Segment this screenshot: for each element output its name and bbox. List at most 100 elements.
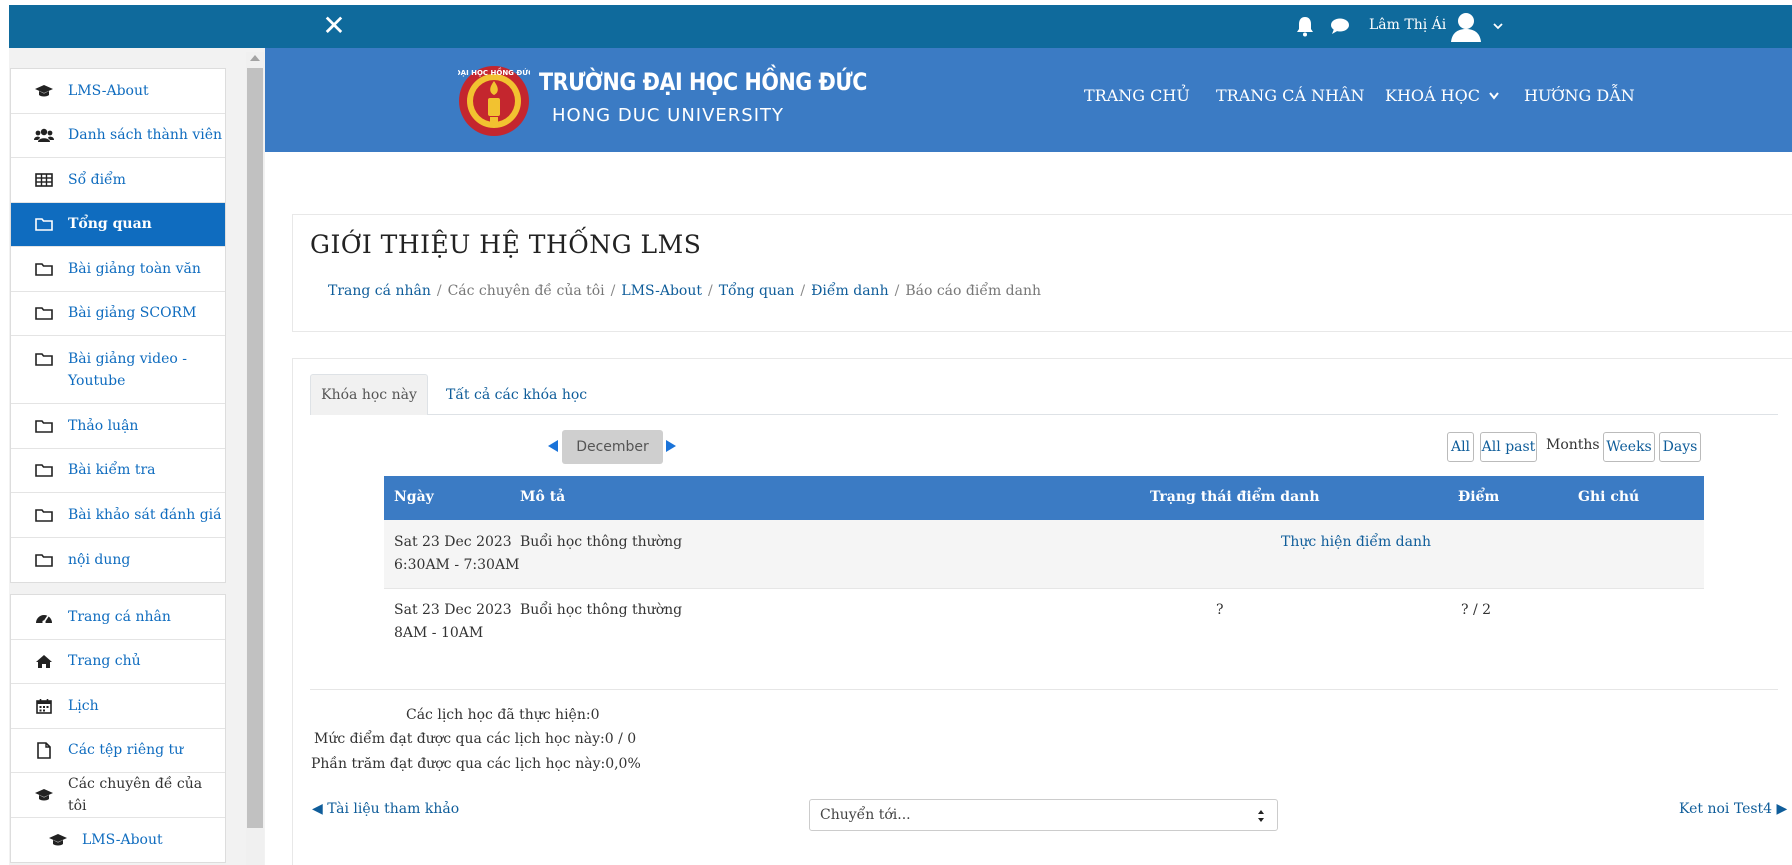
logo-text: ĐẠI HỌC HỒNG ĐỨC xyxy=(458,67,530,77)
sidebar-item-label: Các tệp riêng tư xyxy=(68,742,184,759)
column-header-note[interactable]: Ghi chú xyxy=(1578,489,1639,505)
table-icon xyxy=(33,171,55,189)
select-arrows-icon xyxy=(1258,810,1264,822)
sidebar-item-video-lectures[interactable]: Bài giảng video - Youtube xyxy=(11,336,225,404)
breadcrumb-link[interactable]: Trang cá nhân xyxy=(328,283,431,299)
breadcrumb-link[interactable]: LMS-About xyxy=(621,283,702,299)
sidebar-item-members[interactable]: Danh sách thành viên xyxy=(11,114,225,158)
breadcrumb-link[interactable]: Tổng quan xyxy=(719,283,795,299)
chevron-down-icon[interactable] xyxy=(1491,19,1505,33)
sidebar-item-lms-about[interactable]: LMS-About xyxy=(11,69,225,114)
folder-icon xyxy=(33,461,55,479)
folder-icon xyxy=(33,260,55,278)
brand-subtitle: HONG DUC UNIVERSITY xyxy=(552,105,785,126)
prev-month-arrow-icon[interactable] xyxy=(548,440,558,452)
next-activity-link[interactable]: Ket noi Test4 ▶ xyxy=(1679,801,1787,817)
session-time: 6:30AM - 7:30AM xyxy=(394,557,520,573)
nav-guide[interactable]: HƯỚNG DẪN xyxy=(1524,86,1635,105)
sidebar-item-label: Tổng quan xyxy=(68,216,152,233)
sidebar-item-fulltext-lectures[interactable]: Bài giảng toàn văn xyxy=(11,247,225,292)
cell-date: Sat 23 Dec 2023 6:30AM - 7:30AM xyxy=(394,531,519,577)
view-months-current: Months xyxy=(1546,437,1600,453)
sidebar-item-private-files[interactable]: Các tệp riêng tư xyxy=(11,729,225,773)
column-header-score[interactable]: Điểm xyxy=(1458,489,1499,505)
tab-all-courses[interactable]: Tất cả các khóa học xyxy=(446,374,587,415)
sidebar-item-label: LMS-About xyxy=(82,831,163,848)
sidebar-item-my-courses[interactable]: Các chuyên đề của tôi xyxy=(11,773,225,818)
sidebar-item-label: Bài kiểm tra xyxy=(68,462,156,479)
page-title: GIỚI THIỆU HỆ THỐNG LMS xyxy=(310,230,702,259)
sidebar-item-overview[interactable]: Tổng quan xyxy=(11,202,225,247)
sidebar-item-quiz[interactable]: Bài kiểm tra xyxy=(11,449,225,493)
sidebar-item-scorm-lectures[interactable]: Bài giảng SCORM xyxy=(11,292,225,336)
sidebar-scroll-thumb[interactable] xyxy=(247,68,263,828)
sidebar-item-survey[interactable]: Bài khảo sát đánh giá xyxy=(11,493,225,538)
folder-icon xyxy=(33,506,55,524)
column-header-status[interactable]: Trạng thái điểm danh xyxy=(1150,489,1320,505)
user-name[interactable]: Lâm Thị Ái xyxy=(1369,17,1446,33)
top-bar: ✕ Lâm Thị Ái xyxy=(9,5,1792,48)
jump-to-select[interactable]: Chuyển tới... xyxy=(809,799,1278,831)
nav-courses-label: KHOÁ HỌC xyxy=(1385,86,1480,105)
cell-score: ? / 2 xyxy=(1461,602,1492,618)
sidebar-item-dashboard[interactable]: Trang cá nhân xyxy=(11,595,225,640)
session-time: 8AM - 10AM xyxy=(394,625,484,641)
nav-home[interactable]: TRANG CHỦ xyxy=(1084,86,1190,105)
next-month-arrow-icon[interactable] xyxy=(666,440,676,452)
sidebar-item-label: Lịch xyxy=(68,697,99,714)
month-selector[interactable]: December xyxy=(562,430,663,464)
sidebar-item-label: Bài giảng video - Youtube xyxy=(68,351,188,389)
sidebar-item-label: LMS-About xyxy=(68,82,149,99)
sidebar-item-discussion[interactable]: Thảo luận xyxy=(11,404,225,449)
session-date: Sat 23 Dec 2023 xyxy=(394,534,512,550)
summary-sessions-done: Các lịch học đã thực hiện:0 xyxy=(406,707,600,723)
take-attendance-link[interactable]: Thực hiện điểm danh xyxy=(1281,531,1431,554)
graduation-cap-icon xyxy=(47,831,69,849)
chevron-down-icon xyxy=(1489,92,1499,100)
column-header-description[interactable]: Mô tả xyxy=(520,489,565,505)
user-avatar-icon[interactable] xyxy=(1449,10,1483,44)
folder-icon xyxy=(33,551,55,569)
sidebar-item-calendar[interactable]: Lịch xyxy=(11,684,225,729)
view-all-past-button[interactable]: All past xyxy=(1480,432,1537,462)
file-icon xyxy=(33,741,55,759)
sidebar-item-course-lms-about[interactable]: LMS-About xyxy=(11,818,225,863)
university-logo[interactable]: ĐẠI HỌC HỒNG ĐỨC xyxy=(458,65,530,137)
graduation-cap-icon xyxy=(33,82,55,100)
view-weeks-button[interactable]: Weeks xyxy=(1603,432,1655,462)
folder-icon xyxy=(33,304,55,322)
nav-profile[interactable]: TRANG CÁ NHÂN xyxy=(1216,86,1365,105)
nav-courses[interactable]: KHOÁ HỌC xyxy=(1385,86,1500,105)
column-header-date[interactable]: Ngày xyxy=(394,489,434,505)
summary-value: 0 xyxy=(590,707,600,723)
bell-icon[interactable] xyxy=(1295,15,1315,37)
dashboard-icon xyxy=(33,608,55,626)
jump-to-placeholder: Chuyển tới... xyxy=(820,807,911,823)
summary-label: Mức điểm đạt được qua các lịch học này: xyxy=(314,731,605,747)
view-all-button[interactable]: All xyxy=(1447,432,1474,462)
sidebar-item-label: Danh sách thành viên xyxy=(68,127,223,144)
view-days-button[interactable]: Days xyxy=(1659,432,1701,462)
sidebar-item-home[interactable]: Trang chủ xyxy=(11,640,225,684)
sidebar-item-label: Sổ điểm xyxy=(68,171,126,188)
prev-activity-link[interactable]: ◀ Tài liệu tham khảo xyxy=(312,801,459,817)
summary-label: Các lịch học đã thực hiện: xyxy=(406,707,591,723)
calendar-icon xyxy=(33,697,55,715)
sidebar-item-gradebook[interactable]: Sổ điểm xyxy=(11,158,225,203)
breadcrumb-link[interactable]: Điểm danh xyxy=(811,283,888,299)
scroll-up-arrow-icon[interactable] xyxy=(250,55,260,61)
folder-icon xyxy=(33,417,55,435)
sidebar-item-label: Trang chủ xyxy=(68,653,141,670)
brand-title: TRƯỜNG ĐẠI HỌC HỒNG ĐỨC xyxy=(539,68,867,96)
breadcrumb-text: Các chuyên đề của tôi xyxy=(447,283,605,299)
tab-this-course[interactable]: Khóa học này xyxy=(310,374,428,415)
sidebar-item-content[interactable]: nội dung xyxy=(11,538,225,583)
close-icon[interactable]: ✕ xyxy=(317,9,351,43)
session-date: Sat 23 Dec 2023 xyxy=(394,602,512,618)
cell-description: Buổi học thông thường xyxy=(520,534,683,550)
summary-value: 0 / 0 xyxy=(604,731,637,747)
chat-icon[interactable] xyxy=(1329,16,1351,36)
sidebar-item-label: Bài giảng SCORM xyxy=(68,305,197,322)
folder-icon xyxy=(33,350,55,368)
sidebar-item-label: Bài giảng toàn văn xyxy=(68,260,201,277)
